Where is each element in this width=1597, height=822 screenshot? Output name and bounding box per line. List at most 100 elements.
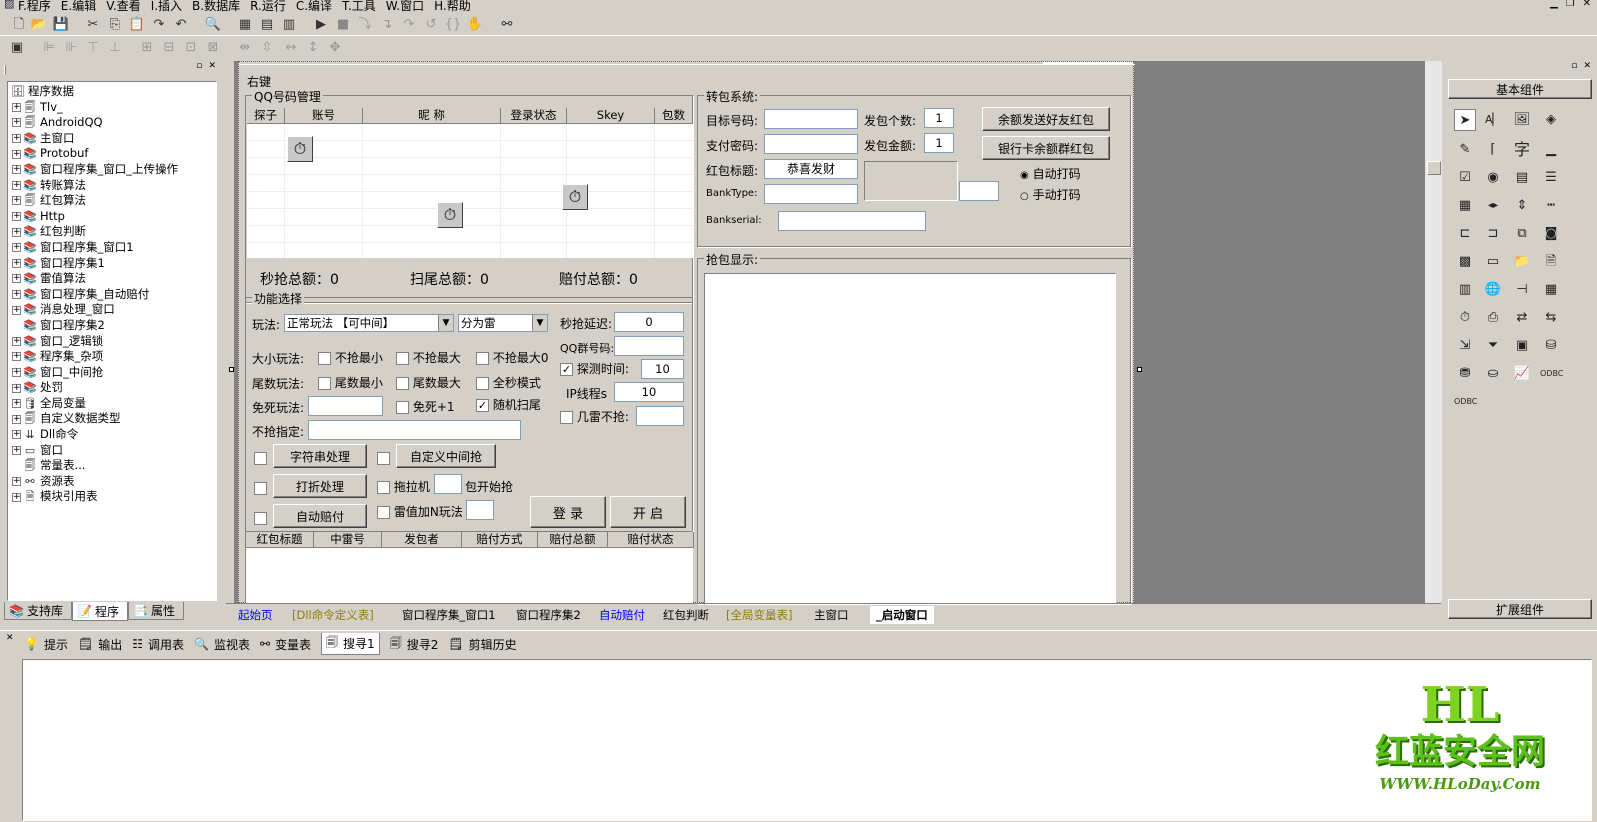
- detect-input[interactable]: 10: [641, 359, 684, 379]
- hspace-icon[interactable]: ⇹: [236, 39, 254, 57]
- tree-item[interactable]: + 📚 转账算法: [8, 178, 216, 194]
- tab-program[interactable]: 📝 程序: [72, 602, 128, 621]
- cb-tail-max[interactable]: 尾数最大: [396, 374, 461, 391]
- shape-icon[interactable]: ◈: [1540, 109, 1562, 131]
- menu-icon[interactable]: ▥: [1454, 279, 1476, 301]
- center-h-icon[interactable]: ⊞: [138, 39, 156, 57]
- doc-tab-1[interactable]: [Dll命令定义表]: [292, 606, 374, 624]
- find-icon[interactable]: 🔍: [204, 16, 222, 34]
- leizhi-input[interactable]: [466, 500, 494, 520]
- login-button[interactable]: 登 录: [530, 496, 606, 528]
- tree-item[interactable]: + 📚 红包判断: [8, 224, 216, 240]
- tree-item[interactable]: + 🗐 红包算法: [8, 193, 216, 209]
- align-left-icon[interactable]: ⊫: [40, 39, 58, 57]
- cb-custom[interactable]: [377, 451, 390, 465]
- expand-icon[interactable]: +: [12, 118, 21, 128]
- tree-item[interactable]: + 📚 窗口程序集_自动赔付: [8, 287, 216, 303]
- cb-jilei[interactable]: 几雷不抢:: [560, 408, 629, 425]
- same-width-icon[interactable]: ⊡: [182, 39, 200, 57]
- doc-tab-2[interactable]: 窗口程序集_窗口1: [402, 606, 496, 624]
- table-icon[interactable]: ▦: [1540, 279, 1562, 301]
- expand-icon[interactable]: +: [12, 430, 21, 440]
- bottom-tab-call-table[interactable]: ☷ 调用表: [132, 633, 184, 655]
- edit-icon[interactable]: ✎: [1454, 139, 1476, 161]
- cb-detect[interactable]: ✓ 探测时间:: [560, 360, 629, 377]
- progress-icon[interactable]: ⊏: [1454, 223, 1476, 245]
- expand-icon[interactable]: +: [12, 180, 21, 190]
- size-h-icon[interactable]: ↔: [282, 39, 300, 57]
- bottom-close-icon[interactable]: ✕: [6, 633, 14, 643]
- tab-support-lib[interactable]: 📚 支持库: [4, 602, 72, 620]
- combo-icon[interactable]: ▤: [1511, 167, 1533, 189]
- resize-handle[interactable]: [1137, 367, 1142, 372]
- qq-group-input[interactable]: [614, 336, 684, 356]
- undo-icon[interactable]: ↶: [172, 16, 190, 34]
- auto-payout-button[interactable]: 自动赔付: [273, 504, 367, 528]
- menu-item-5[interactable]: R.运行: [250, 0, 286, 13]
- expand-icon[interactable]: +: [12, 165, 21, 175]
- odbc2-icon[interactable]: ODBC: [1454, 391, 1477, 413]
- output-box[interactable]: [22, 659, 1592, 821]
- bottom-tab-search2[interactable]: 🗐 搜寻2: [390, 633, 439, 655]
- expand-icon[interactable]: +: [12, 399, 21, 409]
- chevron-down-icon[interactable]: ▼: [438, 315, 453, 331]
- expand-icon[interactable]: +: [12, 290, 21, 300]
- grab-display-box[interactable]: [704, 273, 1116, 605]
- layout1-icon[interactable]: ▦: [236, 16, 254, 34]
- menu-item-1[interactable]: E.编辑: [61, 0, 96, 13]
- align-right-icon[interactable]: ⊪: [62, 39, 80, 57]
- extended-components-header[interactable]: 扩展组件: [1448, 599, 1592, 619]
- db-icon[interactable]: ⛁: [1540, 335, 1562, 357]
- qq-col-1[interactable]: 账号: [285, 108, 363, 124]
- doc-tab-8[interactable]: _启动窗口: [870, 606, 934, 624]
- size-both-icon[interactable]: ✥: [326, 39, 344, 57]
- radio-auto-code[interactable]: ◉ 自动打码: [1020, 165, 1081, 182]
- bottom-tab-hint[interactable]: 💡 提示: [24, 633, 68, 655]
- grid-icon[interactable]: ▦: [1454, 195, 1476, 217]
- pay-col-2[interactable]: 发包者: [382, 532, 462, 548]
- cb-size-max0[interactable]: 不抢最大0: [476, 349, 548, 366]
- expand-icon[interactable]: +: [12, 149, 21, 159]
- doc-tab-5[interactable]: 红包判断: [663, 606, 709, 624]
- save-icon[interactable]: 💾: [52, 16, 70, 34]
- align-bottom-icon[interactable]: ⊥: [106, 39, 124, 57]
- chart-icon[interactable]: 📈: [1511, 363, 1533, 385]
- timer-icon[interactable]: ⏱: [437, 202, 463, 228]
- string-process-button[interactable]: 字符串处理: [273, 444, 367, 468]
- resize-handle[interactable]: [229, 367, 234, 372]
- menu-item-4[interactable]: B.数据库: [192, 0, 240, 13]
- center-v-icon[interactable]: ⊟: [160, 39, 178, 57]
- palette-scrollbar[interactable]: [1426, 61, 1442, 601]
- tree-item[interactable]: + 📚 窗口程序集_窗口1: [8, 240, 216, 256]
- jilei-input[interactable]: [636, 406, 684, 426]
- step-into-icon[interactable]: ↴: [378, 16, 396, 34]
- bankserial-input[interactable]: [778, 211, 926, 231]
- timer-icon[interactable]: ⏱: [562, 184, 588, 210]
- palette-restore-icon[interactable]: ▫: [1571, 61, 1577, 71]
- same-height-icon[interactable]: ⊠: [204, 39, 222, 57]
- tree-root[interactable]: 🗄 程序数据: [8, 84, 216, 100]
- cb-all-sec[interactable]: 全秒模式: [476, 374, 541, 391]
- menu-item-0[interactable]: F.程序: [18, 0, 51, 13]
- delay-input[interactable]: 0: [614, 312, 684, 332]
- funnel-icon[interactable]: ⏷: [1482, 335, 1504, 357]
- pay-col-4[interactable]: 赔付总额: [538, 532, 608, 548]
- calendar-icon[interactable]: ▩: [1454, 251, 1476, 273]
- tab-icon[interactable]: ⊐: [1482, 223, 1504, 245]
- tree-item[interactable]: + 📚 程序集_杂项: [8, 349, 216, 365]
- cb-leizhi[interactable]: 雷值加N玩法: [377, 503, 463, 520]
- tree-item[interactable]: + 📚 窗口_中间抢: [8, 365, 216, 381]
- radio-manual-code[interactable]: ○ 手动打码: [1020, 186, 1081, 203]
- expand-icon[interactable]: +: [12, 352, 21, 362]
- stop-icon[interactable]: ■: [334, 16, 352, 34]
- tree-item[interactable]: + 🗎 模块引用表: [8, 489, 216, 505]
- start-button[interactable]: 开 启: [610, 496, 686, 528]
- camera-icon[interactable]: ◙: [1540, 223, 1562, 245]
- cb-size-max[interactable]: 不抢最大: [396, 349, 461, 366]
- tree-item[interactable]: 📚 窗口程序集2: [8, 318, 216, 334]
- target-number-input[interactable]: [764, 109, 858, 129]
- line-icon[interactable]: ▁: [1540, 139, 1562, 161]
- doc-tab-7[interactable]: 主窗口: [814, 606, 849, 624]
- expand-icon[interactable]: +: [12, 274, 21, 284]
- packet-amount-input[interactable]: 1: [924, 133, 954, 153]
